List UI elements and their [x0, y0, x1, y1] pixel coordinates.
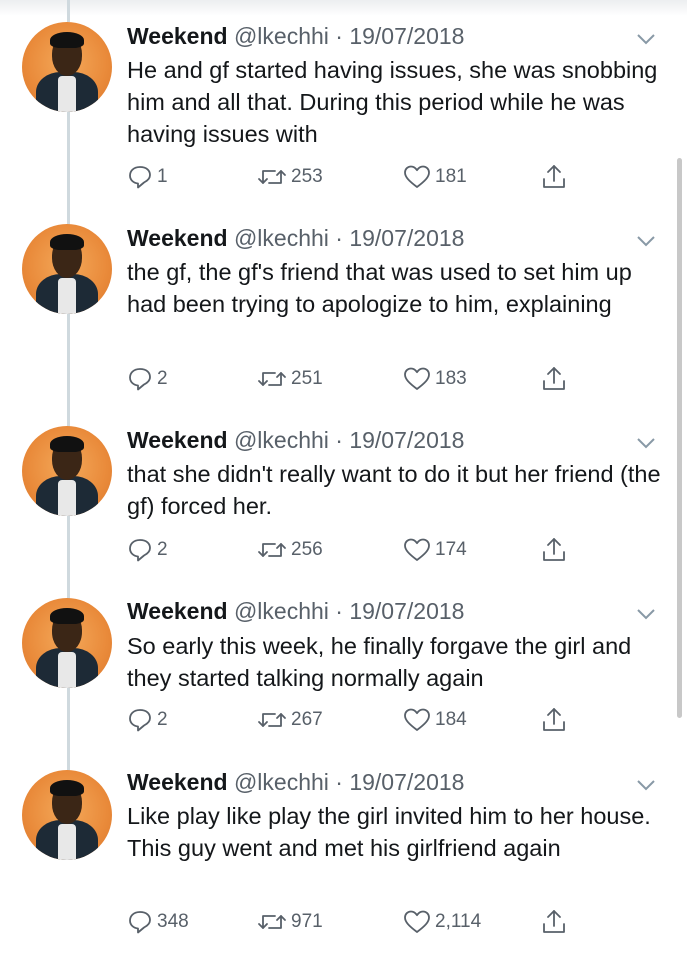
retweet-button[interactable]: 267	[257, 705, 323, 735]
heart-icon	[404, 538, 430, 561]
retweet-icon	[258, 915, 286, 929]
reply-count: 2	[157, 709, 168, 730]
tweet-text: that she didn't really want to do it but…	[127, 461, 661, 519]
share-button[interactable]	[541, 162, 567, 192]
reply-count: 1	[157, 166, 168, 187]
tweet-actions: 1 253 181	[127, 162, 587, 192]
handle-date[interactable]: @lkechhi · 19/07/2018	[234, 598, 465, 624]
share-button[interactable]	[541, 535, 567, 565]
tweet-text: So early this week, he finally forgave t…	[127, 633, 632, 691]
retweet-button[interactable]: 971	[257, 907, 323, 937]
avatar[interactable]	[22, 22, 112, 112]
like-count: 2,114	[435, 911, 482, 932]
thread-line	[67, 686, 70, 774]
heart-icon	[404, 910, 430, 933]
thread-line	[67, 312, 70, 430]
retweet-icon	[258, 543, 286, 557]
display-name[interactable]: Weekend	[127, 427, 228, 453]
tweet-actions: 2 256 174	[127, 535, 587, 565]
handle-date[interactable]: @lkechhi · 19/07/2018	[234, 225, 465, 251]
chevron-down-icon[interactable]	[636, 234, 656, 248]
reply-count: 2	[157, 368, 168, 389]
reply-icon	[129, 166, 151, 189]
tweet-text: He and gf started having issues, she was…	[127, 57, 658, 147]
like-button[interactable]: 183	[403, 364, 467, 394]
tweet-text: the gf, the gf's friend that was used to…	[127, 259, 632, 317]
reply-icon	[129, 368, 151, 391]
thread-line	[67, 0, 70, 22]
share-button[interactable]	[541, 907, 567, 937]
like-count: 184	[435, 709, 467, 730]
chevron-down-icon[interactable]	[636, 778, 656, 792]
share-icon	[543, 165, 565, 188]
retweet-button[interactable]: 253	[257, 162, 323, 192]
retweet-count: 251	[291, 368, 323, 389]
tweet-header: Weekend @lkechhi · 19/07/2018	[127, 224, 464, 252]
reply-count: 348	[157, 911, 189, 932]
thread-line	[67, 110, 70, 228]
share-icon	[543, 708, 565, 731]
display-name[interactable]: Weekend	[127, 598, 228, 624]
retweet-icon	[258, 372, 286, 386]
share-button[interactable]	[541, 364, 567, 394]
share-icon	[543, 910, 565, 933]
share-icon	[543, 367, 565, 390]
reply-icon	[129, 911, 151, 934]
reply-icon	[129, 709, 151, 732]
share-button[interactable]	[541, 705, 567, 735]
retweet-count: 256	[291, 539, 323, 560]
tweet-text: Like play like play the girl invited him…	[127, 803, 651, 861]
handle-date[interactable]: @lkechhi · 19/07/2018	[234, 23, 465, 49]
tweet-actions: 2 267 184	[127, 705, 587, 735]
display-name[interactable]: Weekend	[127, 769, 228, 795]
reply-button[interactable]: 2	[127, 535, 168, 565]
avatar[interactable]	[22, 770, 112, 860]
tweet-header: Weekend @lkechhi · 19/07/2018	[127, 597, 464, 625]
tweet-header: Weekend @lkechhi · 19/07/2018	[127, 426, 464, 454]
heart-icon	[404, 165, 430, 188]
avatar[interactable]	[22, 426, 112, 516]
display-name[interactable]: Weekend	[127, 225, 228, 251]
retweet-icon	[258, 170, 286, 184]
retweet-count: 253	[291, 166, 323, 187]
tweet-header: Weekend @lkechhi · 19/07/2018	[127, 22, 464, 50]
like-button[interactable]: 184	[403, 705, 467, 735]
reply-button[interactable]: 2	[127, 705, 168, 735]
avatar[interactable]	[22, 224, 112, 314]
retweet-count: 971	[291, 911, 323, 932]
chevron-down-icon[interactable]	[636, 607, 656, 621]
top-edge	[0, 0, 687, 16]
heart-icon	[404, 367, 430, 390]
display-name[interactable]: Weekend	[127, 23, 228, 49]
like-button[interactable]: 181	[403, 162, 467, 192]
retweet-button[interactable]: 251	[257, 364, 323, 394]
heart-icon	[404, 708, 430, 731]
handle-date[interactable]: @lkechhi · 19/07/2018	[234, 769, 465, 795]
like-button[interactable]: 2,114	[403, 907, 481, 937]
like-count: 183	[435, 368, 467, 389]
chevron-down-icon[interactable]	[636, 436, 656, 450]
tweet-header: Weekend @lkechhi · 19/07/2018	[127, 768, 464, 796]
scrollbar[interactable]	[677, 158, 682, 718]
like-count: 181	[435, 166, 467, 187]
thread-line	[67, 514, 70, 602]
reply-count: 2	[157, 539, 168, 560]
retweet-count: 267	[291, 709, 323, 730]
handle-date[interactable]: @lkechhi · 19/07/2018	[234, 427, 465, 453]
avatar[interactable]	[22, 598, 112, 688]
chevron-down-icon[interactable]	[636, 32, 656, 46]
share-icon	[543, 538, 565, 561]
tweet-actions: 2 251 183	[127, 364, 587, 394]
retweet-button[interactable]: 256	[257, 535, 323, 565]
reply-button[interactable]: 1	[127, 162, 168, 192]
like-button[interactable]: 174	[403, 535, 467, 565]
retweet-icon	[258, 713, 286, 727]
reply-icon	[129, 539, 151, 562]
reply-button[interactable]: 2	[127, 364, 168, 394]
tweet-actions: 348 971 2,114	[127, 907, 587, 937]
reply-button[interactable]: 348	[127, 907, 189, 937]
like-count: 174	[435, 539, 467, 560]
